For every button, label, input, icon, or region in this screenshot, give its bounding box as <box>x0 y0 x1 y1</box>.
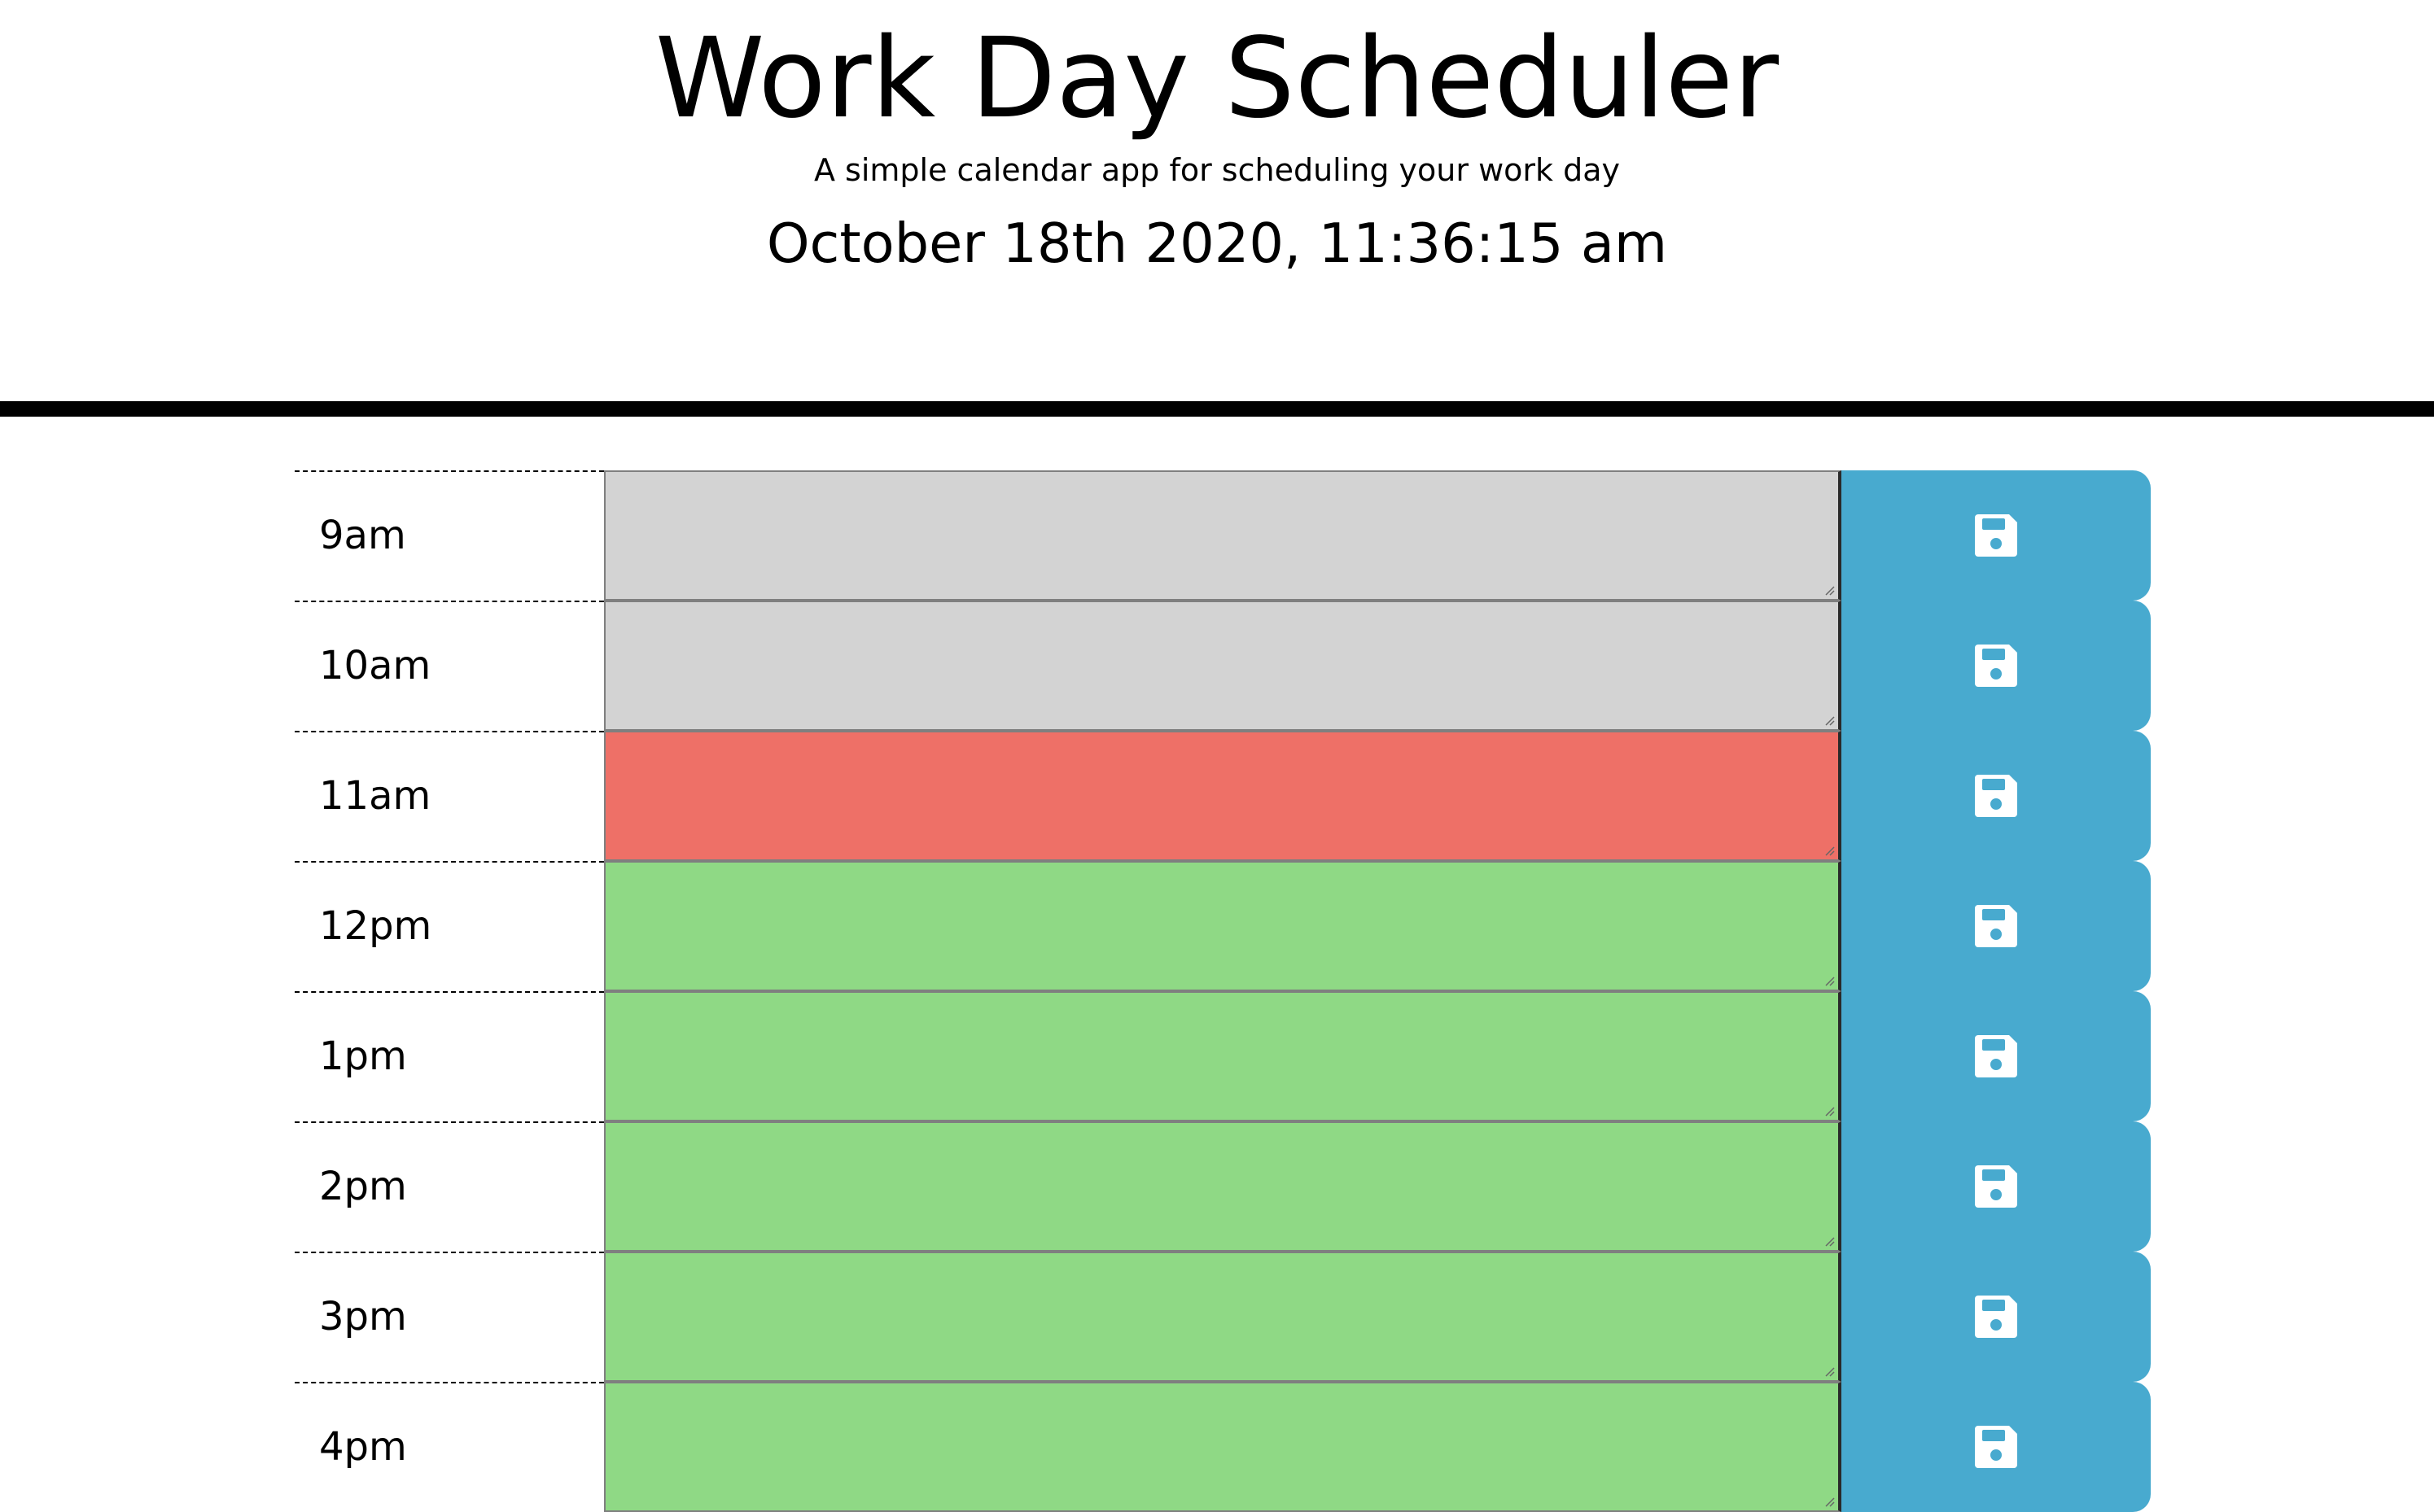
time-block-11am: 11am <box>295 731 2151 861</box>
save-button[interactable] <box>1841 470 2151 601</box>
hour-label: 12pm <box>295 861 604 991</box>
save-button[interactable] <box>1841 1252 2151 1382</box>
page-title: Work Day Scheduler <box>654 15 1780 143</box>
time-block-9am: 9am <box>295 470 2151 601</box>
hour-label: 11am <box>295 731 604 861</box>
resize-handle-icon[interactable] <box>1823 975 1835 986</box>
floppy-disk-icon <box>1975 1035 2017 1077</box>
resize-handle-icon[interactable] <box>1823 1496 1835 1507</box>
event-description-textarea[interactable] <box>604 991 1841 1121</box>
time-block-3pm: 3pm <box>295 1252 2151 1382</box>
save-button[interactable] <box>1841 1121 2151 1252</box>
event-description-textarea[interactable] <box>604 601 1841 731</box>
event-description-textarea[interactable] <box>604 1382 1841 1512</box>
current-date-time: October 18th 2020, 11:36:15 am <box>766 212 1668 275</box>
resize-handle-icon[interactable] <box>1823 1235 1835 1247</box>
hour-label: 4pm <box>295 1382 604 1512</box>
resize-handle-icon[interactable] <box>1823 845 1835 856</box>
floppy-disk-icon <box>1975 775 2017 817</box>
time-block-12pm: 12pm <box>295 861 2151 991</box>
save-button[interactable] <box>1841 991 2151 1121</box>
event-description-textarea[interactable] <box>604 470 1841 601</box>
save-button[interactable] <box>1841 861 2151 991</box>
time-block-2pm: 2pm <box>295 1121 2151 1252</box>
hour-label: 9am <box>295 470 604 601</box>
event-description-textarea[interactable] <box>604 1252 1841 1382</box>
time-block-4pm: 4pm <box>295 1382 2151 1512</box>
resize-handle-icon[interactable] <box>1823 584 1835 596</box>
time-block-1pm: 1pm <box>295 991 2151 1121</box>
floppy-disk-icon <box>1975 514 2017 557</box>
event-description-textarea[interactable] <box>604 731 1841 861</box>
hour-label: 10am <box>295 601 604 731</box>
floppy-disk-icon <box>1975 1426 2017 1468</box>
resize-handle-icon[interactable] <box>1823 1105 1835 1117</box>
save-button[interactable] <box>1841 1382 2151 1512</box>
resize-handle-icon[interactable] <box>1823 1366 1835 1377</box>
page-subtitle: A simple calendar app for scheduling you… <box>813 152 1621 188</box>
schedule: 9am 10am 11am 12pm 1pm 2pm 3pm 4pm <box>295 470 2151 1512</box>
event-description-textarea[interactable] <box>604 1121 1841 1252</box>
save-button[interactable] <box>1841 731 2151 861</box>
floppy-disk-icon <box>1975 645 2017 687</box>
event-description-textarea[interactable] <box>604 861 1841 991</box>
floppy-disk-icon <box>1975 905 2017 947</box>
header: Work Day Scheduler A simple calendar app… <box>0 0 2434 417</box>
resize-handle-icon[interactable] <box>1823 714 1835 726</box>
time-block-10am: 10am <box>295 601 2151 731</box>
floppy-disk-icon <box>1975 1165 2017 1208</box>
hour-label: 3pm <box>295 1252 604 1382</box>
floppy-disk-icon <box>1975 1296 2017 1338</box>
hour-label: 2pm <box>295 1121 604 1252</box>
hour-label: 1pm <box>295 991 604 1121</box>
save-button[interactable] <box>1841 601 2151 731</box>
